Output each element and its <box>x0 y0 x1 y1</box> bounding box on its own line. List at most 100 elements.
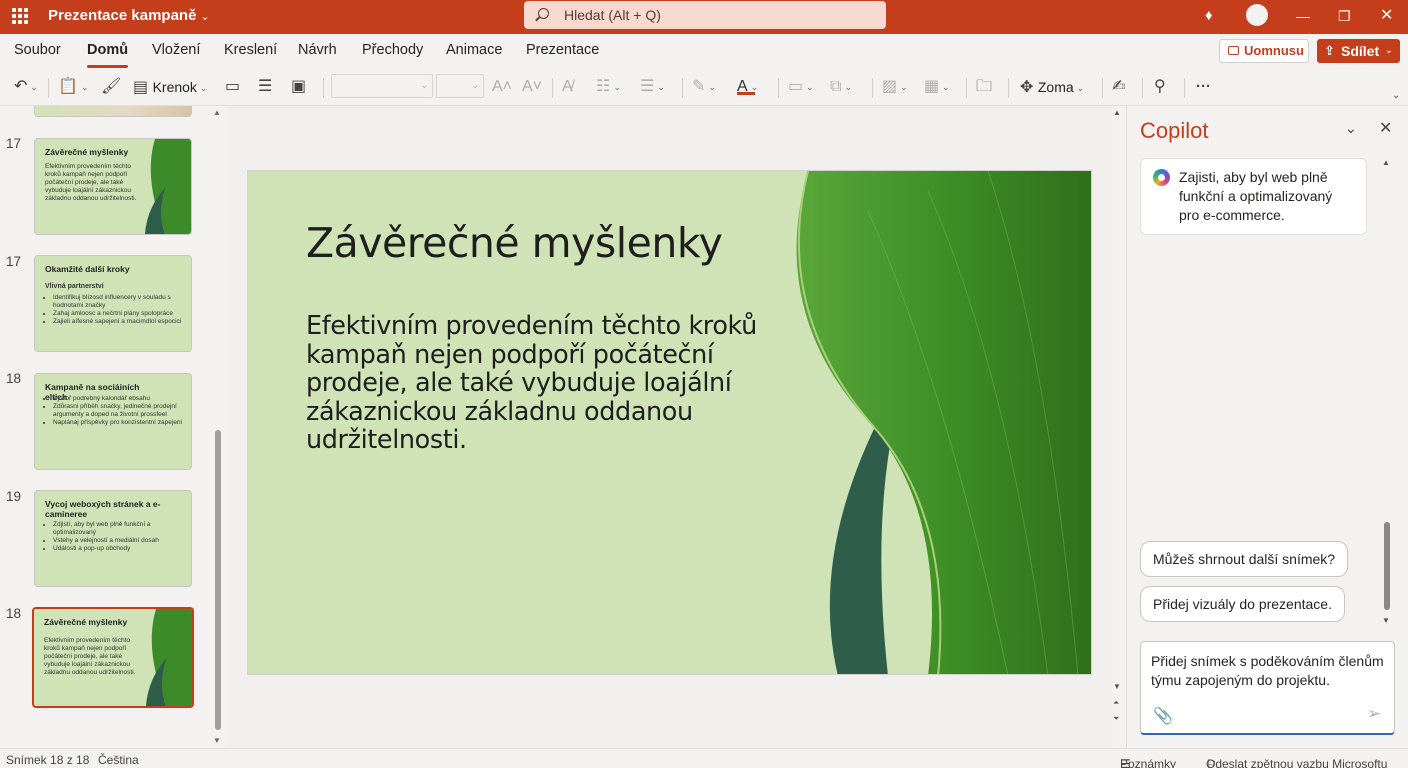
font-color-icon[interactable]: A⌄ <box>737 75 758 99</box>
new-slide-icon[interactable]: ▭ <box>225 75 240 99</box>
current-slide[interactable]: Závěrečné myšlenky Efektivním provedením… <box>247 170 1092 675</box>
slide-counter: Snímek 18 z 18 <box>6 753 89 767</box>
highlight-icon[interactable]: ✎⌄ <box>692 75 716 99</box>
copilot-input[interactable]: Přidej snímek s poděkováním členům týmu … <box>1140 641 1395 735</box>
thumbnail-number: 17 <box>6 254 21 269</box>
shape-outline-icon[interactable]: ▦⌄ <box>924 75 950 99</box>
app-launcher-icon[interactable] <box>12 8 28 24</box>
more-options-icon[interactable]: ··· <box>1196 75 1211 99</box>
arrange-icon[interactable]: ⧉⌄ <box>830 75 852 99</box>
copilot-logo-icon <box>1153 169 1170 186</box>
ribbon-separator <box>1102 78 1103 98</box>
undo-icon[interactable]: ↶⌄ <box>14 75 38 99</box>
format-painter-icon[interactable]: 🖌 <box>101 75 121 99</box>
chevron-down-icon: ⌄ <box>200 11 209 23</box>
previous-slide-icon[interactable]: ⏶ <box>1113 698 1119 708</box>
menu-soubor[interactable]: Soubor <box>14 42 61 58</box>
thumbnail-slide[interactable]: Okamžité další kroky Vlivná partnerství … <box>34 255 192 352</box>
ribbon-separator <box>872 78 873 98</box>
shapes-icon[interactable]: ▭⌄ <box>788 75 814 99</box>
ribbon-separator <box>48 78 49 98</box>
thumbnail-slide[interactable]: Závěrečné myšlenky Efektivním provedením… <box>34 138 192 235</box>
restore-icon[interactable]: ❐ <box>1338 0 1351 34</box>
document-title[interactable]: Prezentace kampaně⌄ <box>48 7 210 24</box>
language-indicator[interactable]: Čeština <box>98 753 139 767</box>
thumbnails-scrollbar[interactable]: ▲ ▼ <box>214 106 222 748</box>
next-slide-icon[interactable]: ⏷ <box>1113 714 1119 724</box>
chevron-down-icon[interactable]: ⌄ <box>1345 120 1357 137</box>
copilot-title: Copilot <box>1140 118 1208 144</box>
ribbon-separator <box>682 78 683 98</box>
editor-icon[interactable]: ✍ <box>1112 75 1125 99</box>
close-window-icon[interactable]: ✕ <box>1380 0 1393 34</box>
ribbon: ↶⌄ 📋⌄ 🖌 ▤ Krenok⌄ ▭ ☰ ▣ ⌄ ⌄ A˄ A˅ A̸ ☷⌄ … <box>0 68 1408 106</box>
numbering-icon[interactable]: ☰⌄ <box>640 75 665 99</box>
menu-navrh[interactable]: Návrh <box>298 42 337 58</box>
zoom-button[interactable]: ✥ Zoma⌄ <box>1020 75 1084 99</box>
scrollbar-thumb[interactable] <box>1384 522 1390 610</box>
ribbon-separator <box>1142 78 1143 98</box>
share-button[interactable]: ⇪ Sdílet ⌄ <box>1317 39 1400 63</box>
menu-prezentace[interactable]: Prezentace <box>526 42 599 58</box>
font-size-select[interactable]: ⌄ <box>436 74 484 98</box>
find-icon[interactable]: ⚲ <box>1154 75 1166 99</box>
suggestion-summarize[interactable]: Můžeš shrnout další snímek? <box>1140 541 1348 577</box>
minimize-icon[interactable]: — <box>1296 0 1310 34</box>
scroll-up-icon[interactable]: ▲ <box>1382 158 1390 167</box>
chevron-down-icon: ⌄ <box>1385 39 1393 63</box>
thumbnail-slide-selected[interactable]: Závěrečné myšlenky Efektivním provedením… <box>32 607 194 708</box>
shape-fill-icon[interactable]: ▨⌄ <box>882 75 908 99</box>
designer-icon[interactable]: 🗀 <box>976 75 992 99</box>
menu-animace[interactable]: Animace <box>446 42 502 58</box>
slide-body[interactable]: Efektivním provedením těchto kroků kampa… <box>306 312 806 455</box>
status-bar: Snímek 18 z 18 Čeština ☰ Poznámky ⚐ Odes… <box>0 748 1408 768</box>
thumbnail-number: 18 <box>6 371 21 386</box>
thumbnail-slide[interactable]: Kampaně na sociáiních eltich Vyvíoř podr… <box>34 373 192 470</box>
scroll-up-icon[interactable]: ▲ <box>1113 108 1121 117</box>
slide-title[interactable]: Závěrečné myšlenky <box>306 219 722 267</box>
ribbon-separator <box>323 78 324 98</box>
slide-layout-icon[interactable]: ▣ <box>291 75 306 99</box>
clear-formatting-icon[interactable]: A̸ <box>562 75 573 99</box>
ribbon-separator <box>1184 78 1185 98</box>
bullets-icon[interactable]: ☷⌄ <box>596 75 621 99</box>
thumbnail-slide[interactable]: Vycoj weboxých stránek a e-camineree Zdj… <box>34 490 192 587</box>
menu-domu[interactable]: Domů <box>87 42 128 58</box>
ribbon-separator <box>1008 78 1009 98</box>
copilot-pane: Copilot ⌄ ✕ Zajisti, aby byl web plně fu… <box>1126 106 1408 748</box>
search-input[interactable]: Hledat (Alt + Q) <box>524 1 886 29</box>
layout-button[interactable]: ▤ Krenok⌄ <box>133 75 207 99</box>
avatar[interactable] <box>1246 4 1268 26</box>
slide-thumbnails-pane: 17 Závěrečné myšlenky Efektivním provede… <box>0 106 228 748</box>
thumbnail-number: 18 <box>6 606 21 621</box>
decrease-font-icon[interactable]: A˅ <box>522 75 542 99</box>
scrollbar-thumb[interactable] <box>215 430 221 730</box>
menu-prechody[interactable]: Přechody <box>362 42 423 58</box>
suggestion-add-visuals[interactable]: Přidej vizuály do prezentace. <box>1140 586 1345 622</box>
scroll-down-icon[interactable]: ▼ <box>1113 682 1121 691</box>
increase-font-icon[interactable]: A˄ <box>492 75 512 99</box>
font-family-select[interactable]: ⌄ <box>331 74 433 98</box>
thumbnail-partial[interactable] <box>34 106 192 117</box>
menu-vlozeni[interactable]: Vložení <box>152 42 200 58</box>
attach-icon[interactable]: 📎 <box>1153 706 1173 726</box>
send-icon[interactable]: ➢ <box>1367 704 1381 724</box>
comment-icon <box>1228 46 1239 55</box>
section-icon[interactable]: ☰ <box>258 75 272 99</box>
collapse-ribbon-icon[interactable]: ⌄ <box>1392 90 1400 101</box>
premium-diamond-icon[interactable]: ♦ <box>1205 0 1213 34</box>
scroll-down-icon[interactable]: ▼ <box>213 736 221 745</box>
menu-bar: Soubor Domů Vložení Kreslení Návrh Přech… <box>0 34 1408 68</box>
ribbon-separator <box>778 78 779 98</box>
canvas-scrollbar[interactable]: ▲ ▼ ⏶ ⏷ <box>1111 106 1125 748</box>
search-icon <box>538 8 549 19</box>
menu-kresleni[interactable]: Kreslení <box>224 42 277 58</box>
ribbon-separator <box>552 78 553 98</box>
close-icon[interactable]: ✕ <box>1379 118 1392 138</box>
scroll-down-icon[interactable]: ▼ <box>1382 616 1390 625</box>
comments-button[interactable]: Uomnusu <box>1219 39 1309 63</box>
copilot-scrollbar[interactable]: ▲ ▼ <box>1383 158 1391 678</box>
copilot-message: Zajisti, aby byl web plně funkční a opti… <box>1140 158 1367 235</box>
scroll-up-icon[interactable]: ▲ <box>213 108 221 117</box>
paste-icon[interactable]: 📋⌄ <box>58 75 88 99</box>
